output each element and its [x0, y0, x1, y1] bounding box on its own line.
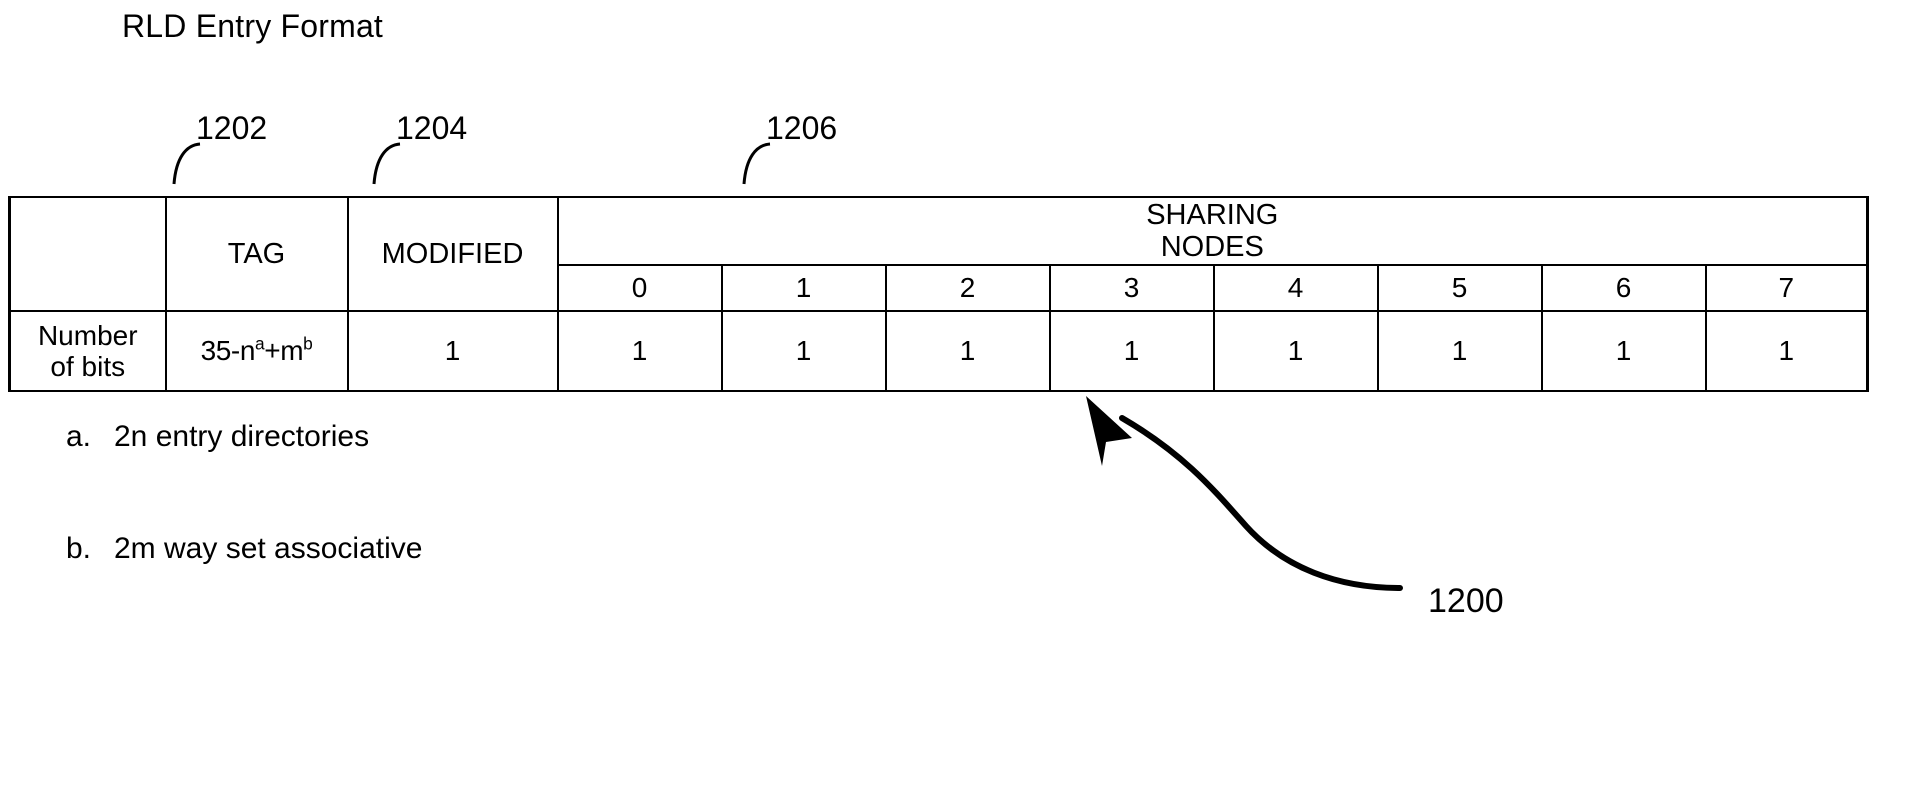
- value-node-bits-1: 1: [720, 310, 887, 392]
- header-sharing-nodes: SHARING NODES: [556, 196, 1870, 266]
- header-sharing-nodes-line2: NODES: [1160, 231, 1264, 263]
- footnote-a: a. 2n entry directories: [66, 420, 369, 454]
- value-node-bits-5: 1: [1376, 310, 1543, 392]
- node-index-0: 0: [556, 264, 723, 312]
- table-row-number-of-bits: Number of bits 35-na+mb 1 1 1 1 1 1 1 1 …: [8, 310, 1870, 392]
- value-tag-bits-mid: +m: [264, 335, 304, 367]
- value-modified-bits: 1: [346, 310, 559, 392]
- node-index-5: 5: [1376, 264, 1543, 312]
- value-tag-bits: 35-na+mb: [164, 310, 349, 392]
- footnote-b-marker: b.: [66, 532, 92, 565]
- header-tag: TAG: [164, 196, 349, 312]
- figure-title: RLD Entry Format: [122, 8, 384, 44]
- rld-entry-format-table: TAG MODIFIED SHARING NODES 0 1 2 3 4 5 6…: [8, 196, 1870, 392]
- value-node-bits-6: 1: [1540, 310, 1707, 392]
- node-index-6: 6: [1540, 264, 1707, 312]
- row-label-number-of-bits: Number of bits: [8, 310, 167, 392]
- reference-label-1202: 1202: [196, 110, 268, 146]
- node-index-7: 7: [1704, 264, 1870, 312]
- node-index-4: 4: [1212, 264, 1379, 312]
- header-sharing-nodes-line1: SHARING: [1146, 198, 1279, 231]
- value-node-bits-4: 1: [1212, 310, 1379, 392]
- table-header-row-primary: TAG MODIFIED SHARING NODES: [8, 196, 1870, 312]
- node-index-1: 1: [720, 264, 887, 312]
- value-node-bits-2: 1: [884, 310, 1051, 392]
- footnote-a-marker: a.: [66, 420, 92, 453]
- node-index-2: 2: [884, 264, 1051, 312]
- leader-line-1202-icon: [172, 142, 201, 185]
- value-node-bits-7: 1: [1704, 310, 1870, 392]
- figure-reference-label-1200: 1200: [1428, 582, 1504, 620]
- row-label-line2: of bits: [50, 351, 126, 382]
- reference-label-1206: 1206: [766, 110, 838, 146]
- footnote-a-text: 2n entry directories: [114, 420, 370, 453]
- value-node-bits-0: 1: [556, 310, 723, 392]
- value-tag-bits-base: 35-n: [200, 335, 256, 367]
- reference-label-1204: 1204: [396, 110, 468, 146]
- figure-reference-arrow-icon: [1086, 396, 1403, 591]
- value-tag-bits-superscript-a: a: [255, 333, 265, 354]
- leader-line-1206-icon: [742, 142, 771, 185]
- header-modified: MODIFIED: [346, 196, 559, 312]
- leader-line-1204-icon: [372, 142, 401, 185]
- node-index-3: 3: [1048, 264, 1215, 312]
- footnote-b-text: 2m way set associative: [114, 532, 423, 565]
- corner-blank-cell: [8, 196, 167, 312]
- value-node-bits-3: 1: [1048, 310, 1215, 392]
- value-tag-bits-superscript-b: b: [303, 333, 313, 354]
- row-label-line1: Number: [37, 319, 138, 351]
- footnote-b: b. 2m way set associative: [66, 532, 422, 566]
